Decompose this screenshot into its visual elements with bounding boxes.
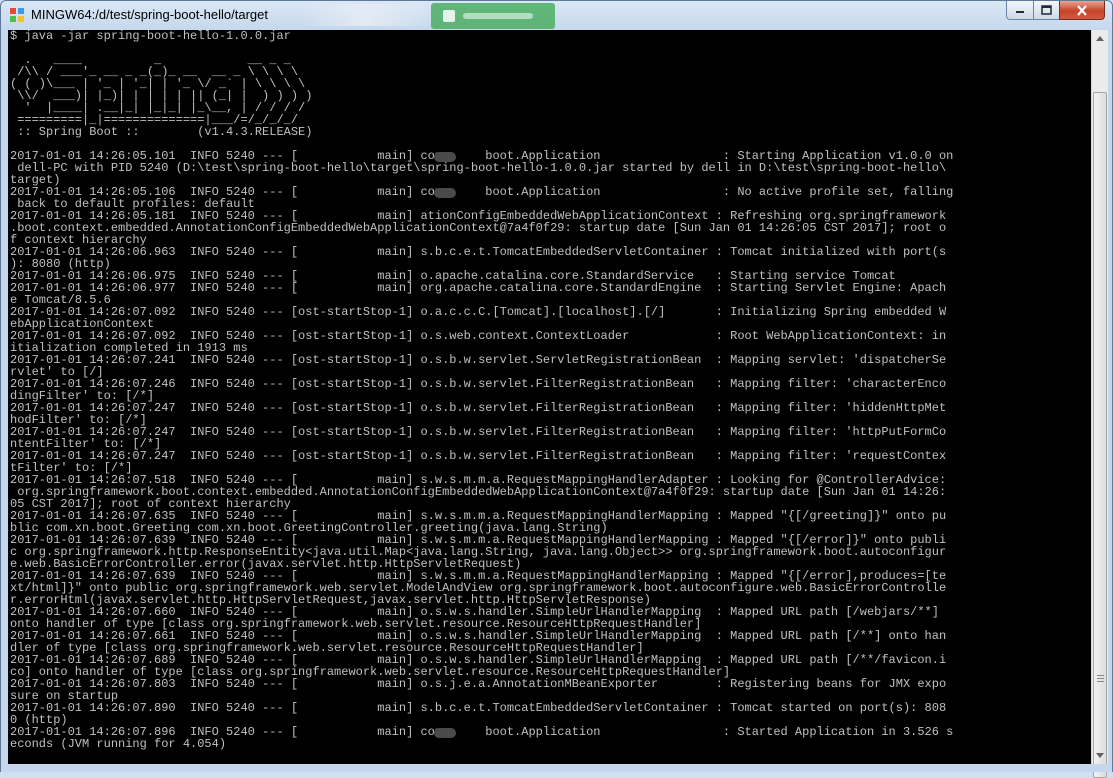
console-line: 2017-01-01 14:26:07.241 INFO 5240 --- [o… bbox=[10, 353, 947, 367]
console-line: econds (JVM running for 4.054) bbox=[10, 737, 227, 751]
minimize-button[interactable] bbox=[1006, 1, 1034, 20]
console-line: 2017-01-01 14:26:06.977 INFO 5240 --- [ … bbox=[10, 281, 947, 295]
console-line: :: Spring Boot :: (v1.4.3.RELEASE) bbox=[10, 125, 313, 139]
console-line: 2017-01-01 14:26:07.247 INFO 5240 --- [o… bbox=[10, 449, 947, 463]
console-line: dell-PC with PID 5240 (D:\test\spring-bo… bbox=[10, 161, 947, 175]
maximize-button[interactable] bbox=[1033, 1, 1060, 20]
close-button[interactable] bbox=[1059, 1, 1105, 20]
mingw-app-icon bbox=[10, 8, 24, 22]
console-line: $ java -jar spring-boot-hello-1.0.0.jar bbox=[10, 30, 291, 43]
console-line: 2017-01-01 14:26:06.963 INFO 5240 --- [ … bbox=[10, 245, 947, 259]
blurred-region bbox=[301, 4, 431, 26]
blurred-notification bbox=[431, 3, 555, 29]
redacted-text bbox=[434, 152, 456, 162]
console-line: 2017-01-01 14:26:07.247 INFO 5240 --- [o… bbox=[10, 401, 947, 415]
terminal-output[interactable]: $ java -jar spring-boot-hello-1.0.0.jar … bbox=[8, 30, 1091, 764]
console-line: .boot.context.embedded.AnnotationConfigE… bbox=[10, 221, 947, 235]
close-icon bbox=[1060, 1, 1104, 19]
title-bar[interactable]: MINGW64:/d/test/spring-boot-hello/target bbox=[1, 1, 1112, 30]
vertical-scrollbar[interactable] bbox=[1091, 30, 1108, 778]
terminal-window: MINGW64:/d/test/spring-boot-hello/target… bbox=[0, 0, 1113, 778]
scrollbar-thumb[interactable] bbox=[1093, 92, 1107, 778]
redacted-text bbox=[434, 188, 456, 198]
window-title: MINGW64:/d/test/spring-boot-hello/target bbox=[31, 7, 268, 22]
grip-icon bbox=[1097, 675, 1104, 682]
redacted-text bbox=[434, 728, 456, 738]
minimize-icon bbox=[1007, 1, 1033, 19]
console-line: 2017-01-01 14:26:07.803 INFO 5240 --- [ … bbox=[10, 677, 947, 691]
maximize-icon bbox=[1034, 1, 1059, 19]
chevron-down-icon[interactable] bbox=[1092, 747, 1108, 764]
chevron-up-icon[interactable] bbox=[1092, 30, 1108, 47]
window-bottom-border bbox=[1, 764, 1112, 772]
console-text: $ java -jar spring-boot-hello-1.0.0.jar … bbox=[10, 30, 953, 750]
console-line: 2017-01-01 14:26:07.890 INFO 5240 --- [ … bbox=[10, 701, 947, 715]
